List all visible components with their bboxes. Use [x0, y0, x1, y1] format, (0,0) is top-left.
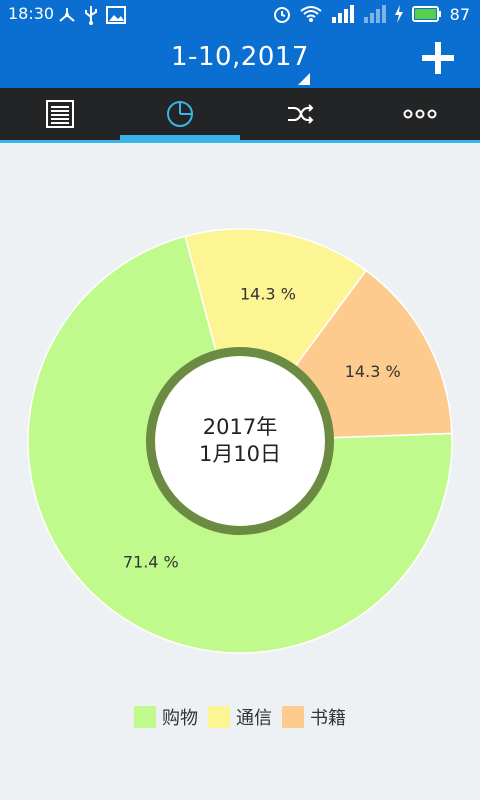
usb-icon [85, 6, 97, 25]
slice-label: 71.4 % [123, 553, 179, 572]
status-right-icons: 87 [272, 4, 470, 24]
alarm-icon [273, 7, 290, 23]
signal-icon [331, 5, 354, 23]
header: 1-10,2017 [0, 30, 480, 88]
dropdown-caret-icon[interactable] [298, 73, 310, 85]
legend-item: 通信 [208, 704, 272, 730]
slice-label: 14.3 % [240, 285, 296, 304]
tab-chart[interactable] [120, 88, 240, 140]
wifi-icon [300, 6, 322, 22]
legend-swatch [208, 706, 230, 728]
status-bar: 18:30 87 [0, 0, 480, 30]
tab-list[interactable] [0, 88, 120, 140]
legend-item: 购物 [134, 704, 198, 730]
status-time: 18:30 [8, 4, 55, 23]
chart-area: 2017年 1月10日 14.3 % 14.3 % 71.4 % [0, 143, 480, 693]
charging-icon [394, 5, 403, 23]
battery-icon [411, 6, 441, 22]
legend-label: 购物 [162, 708, 198, 729]
center-hole[interactable] [155, 356, 325, 526]
plus-icon[interactable] [420, 40, 456, 76]
pie-chart: 2017年 1月10日 14.3 % 14.3 % 71.4 % [27, 228, 453, 654]
more-icon [403, 109, 437, 119]
center-label-line2: 1月10日 [199, 442, 281, 466]
signal-weak-icon [363, 5, 386, 23]
legend-label: 书籍 [310, 708, 346, 729]
legend-swatch [134, 706, 156, 728]
status-left-icons [58, 5, 126, 25]
tab-bar [0, 88, 480, 140]
pie-chart-icon [167, 101, 193, 127]
legend-label: 通信 [236, 708, 272, 729]
share-icon [59, 8, 75, 22]
slice-label: 14.3 % [345, 362, 401, 381]
legend-item: 书籍 [282, 704, 346, 730]
center-label-line1: 2017年 [203, 415, 277, 439]
page-title[interactable]: 1-10,2017 [0, 42, 480, 72]
tab-shuffle[interactable] [240, 88, 360, 140]
legend-swatch [282, 706, 304, 728]
shuffle-icon [288, 104, 314, 124]
chart-legend: 购物 通信 书籍 [0, 703, 480, 731]
tab-more[interactable] [360, 88, 480, 140]
image-icon [106, 6, 126, 24]
list-icon [46, 100, 74, 128]
battery-level: 87 [449, 4, 470, 24]
